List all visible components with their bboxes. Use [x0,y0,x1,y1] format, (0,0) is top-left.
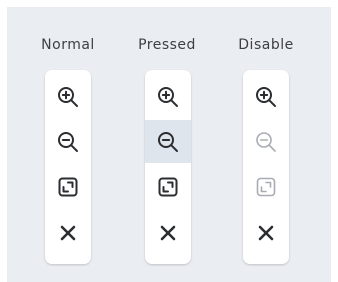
zoom-in-icon [158,86,178,107]
toolbar-disabled [243,70,289,264]
zoom-out-icon [256,131,276,152]
toolbar-normal [45,70,91,264]
close-button[interactable] [243,211,289,254]
zoom-out-button-disabled [243,120,289,163]
zoom-in-button[interactable] [45,75,91,118]
zoom-out-button-pressed[interactable] [145,120,191,163]
close-icon [160,225,176,240]
zoom-out-icon [158,131,178,152]
toolbar-states-panel: Normal Pressed Disable [7,7,331,282]
column-label-normal: Normal [41,37,95,53]
fit-to-screen-icon [158,177,178,196]
close-icon [60,225,76,240]
fit-to-screen-button-disabled [243,165,289,208]
zoom-out-icon [58,131,78,152]
column-label-disable: Disable [238,37,294,53]
zoom-out-button[interactable] [45,120,91,163]
fit-to-screen-button[interactable] [145,165,191,208]
zoom-in-icon [256,86,276,107]
toolbar-pressed [145,70,191,264]
close-icon [258,225,274,240]
fit-to-screen-icon [58,177,78,196]
zoom-in-button[interactable] [145,75,191,118]
zoom-in-icon [58,86,78,107]
fit-to-screen-button[interactable] [45,165,91,208]
fit-to-screen-icon [256,177,276,196]
zoom-in-button[interactable] [243,75,289,118]
close-button[interactable] [145,211,191,254]
column-label-pressed: Pressed [138,37,196,53]
close-button[interactable] [45,211,91,254]
